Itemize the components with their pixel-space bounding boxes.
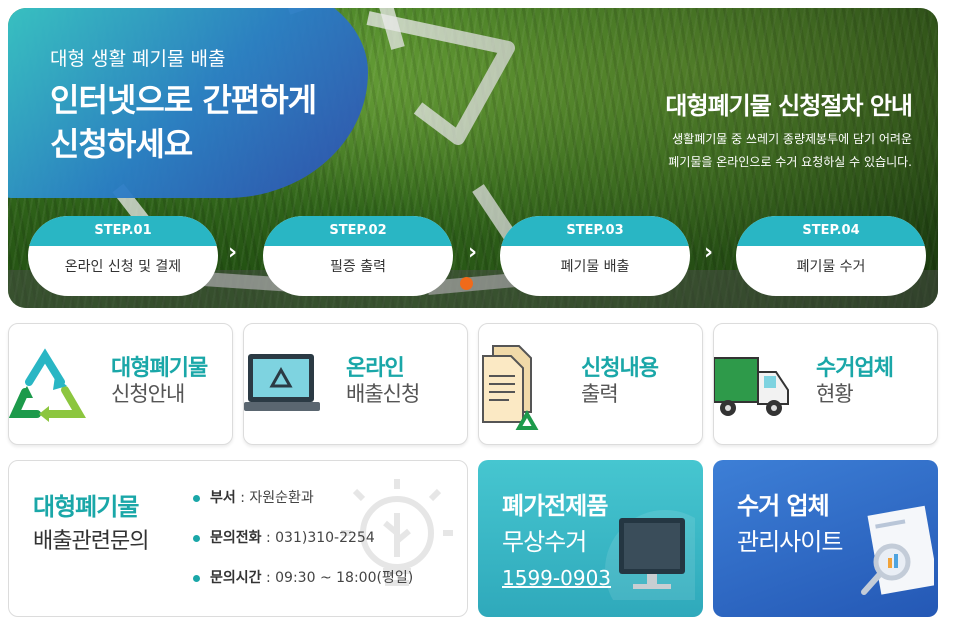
info-label: 부서 (210, 490, 236, 506)
chevron-right-icon: › (704, 240, 714, 265)
tile-appliance-pickup[interactable]: 폐가전제품 무상수거 1599-0903 (478, 460, 703, 617)
chevron-right-icon: › (468, 240, 478, 265)
info-label: 문의전화 (210, 530, 262, 546)
chevron-right-icon: › (228, 240, 238, 265)
info-phone: 문의전화 : 031)310-2254 (193, 527, 375, 547)
card-print-request[interactable]: 신청내용 출력 (478, 323, 703, 445)
hero-banner: 대형 생활 폐기물 배출 인터넷으로 간편하게 신청하세요 대형폐기물 신청절차… (8, 8, 938, 308)
card-online-request[interactable]: 온라인 배출신청 (243, 323, 468, 445)
step-number: STEP.03 (500, 216, 690, 246)
card-collectors[interactable]: 수거업체 현황 (713, 323, 938, 445)
card-subtitle: 출력 (581, 382, 619, 406)
info-label: 문의시간 (210, 570, 262, 586)
hero-title: 인터넷으로 간편하게 신청하세요 (50, 78, 317, 166)
step-list: STEP.01 온라인 신청 및 결제 › STEP.02 필증 출력 › ST… (28, 216, 938, 298)
step-3[interactable]: STEP.03 폐기물 배출 (500, 216, 690, 296)
tile-subtitle: 무상수거 (502, 528, 587, 556)
bullet-icon (193, 534, 200, 542)
step-number: STEP.02 (263, 216, 453, 246)
tile-title: 수거 업체 (737, 492, 830, 520)
slider-indicator-dot[interactable] (460, 277, 473, 290)
page: 대형 생활 폐기물 배출 인터넷으로 간편하게 신청하세요 대형폐기물 신청절차… (0, 0, 970, 643)
laptop-recycle-icon (244, 354, 320, 411)
contact-subtitle: 배출관련문의 (33, 529, 149, 554)
document-icon (482, 345, 539, 430)
info-value: : 자원순환과 (235, 490, 314, 506)
monitor-icon (605, 510, 695, 600)
step-label: 온라인 신청 및 결제 (64, 259, 182, 275)
hero-title-line1: 인터넷으로 간편하게 (50, 81, 317, 119)
card-subtitle: 현황 (816, 382, 854, 406)
step-4[interactable]: STEP.04 폐기물 수거 (736, 216, 926, 296)
step-label: 필증 출력 (330, 259, 386, 275)
step-1[interactable]: STEP.01 온라인 신청 및 결제 (28, 216, 218, 296)
contact-title: 대형폐기물 (33, 493, 139, 521)
info-department: 부서 : 자원순환과 (193, 487, 314, 507)
step-label: 폐기물 수거 (796, 259, 866, 275)
card-subtitle: 신청안내 (111, 382, 185, 406)
tile-collector-management[interactable]: 수거 업체 관리사이트 (713, 460, 938, 617)
pickup-phone-link[interactable]: 1599-0903 (502, 566, 611, 590)
hero-title-line2: 신청하세요 (50, 125, 193, 163)
tile-subtitle: 관리사이트 (737, 528, 843, 556)
truck-icon (714, 357, 789, 416)
recycle-icon (9, 348, 86, 422)
step-number: STEP.01 (28, 216, 218, 246)
procedure-title: 대형폐기물 신청절차 안내 (665, 92, 913, 120)
info-value: : 031)310-2254 (261, 530, 375, 546)
info-hours: 문의시간 : 09:30 ~ 18:00(평일) (193, 567, 413, 587)
hero-subtitle: 대형 생활 폐기물 배출 (50, 48, 226, 70)
procedure-desc-line1: 생활폐기물 중 쓰레기 종량제봉투에 담기 어려운 (672, 132, 912, 146)
info-value: : 09:30 ~ 18:00(평일) (261, 570, 414, 586)
procedure-description: 생활폐기물 중 쓰레기 종량제봉투에 담기 어려운 폐기물을 온라인으로 수거 … (592, 128, 912, 174)
step-label: 폐기물 배출 (560, 259, 630, 275)
card-subtitle: 배출신청 (346, 382, 420, 406)
bullet-icon (193, 494, 200, 502)
card-waste-guide[interactable]: 대형폐기물 신청안내 (8, 323, 233, 445)
report-magnifier-icon (861, 505, 934, 595)
tile-title: 폐가전제품 (502, 492, 608, 520)
step-number: STEP.04 (736, 216, 926, 246)
bullet-icon (193, 574, 200, 582)
procedure-desc-line2: 폐기물을 온라인으로 수거 요청하실 수 있습니다. (668, 155, 912, 169)
contact-box: 대형폐기물 배출관련문의 부서 : 자원순환과 문의전화 : 031)310-2… (8, 460, 468, 617)
step-2[interactable]: STEP.02 필증 출력 (263, 216, 453, 296)
